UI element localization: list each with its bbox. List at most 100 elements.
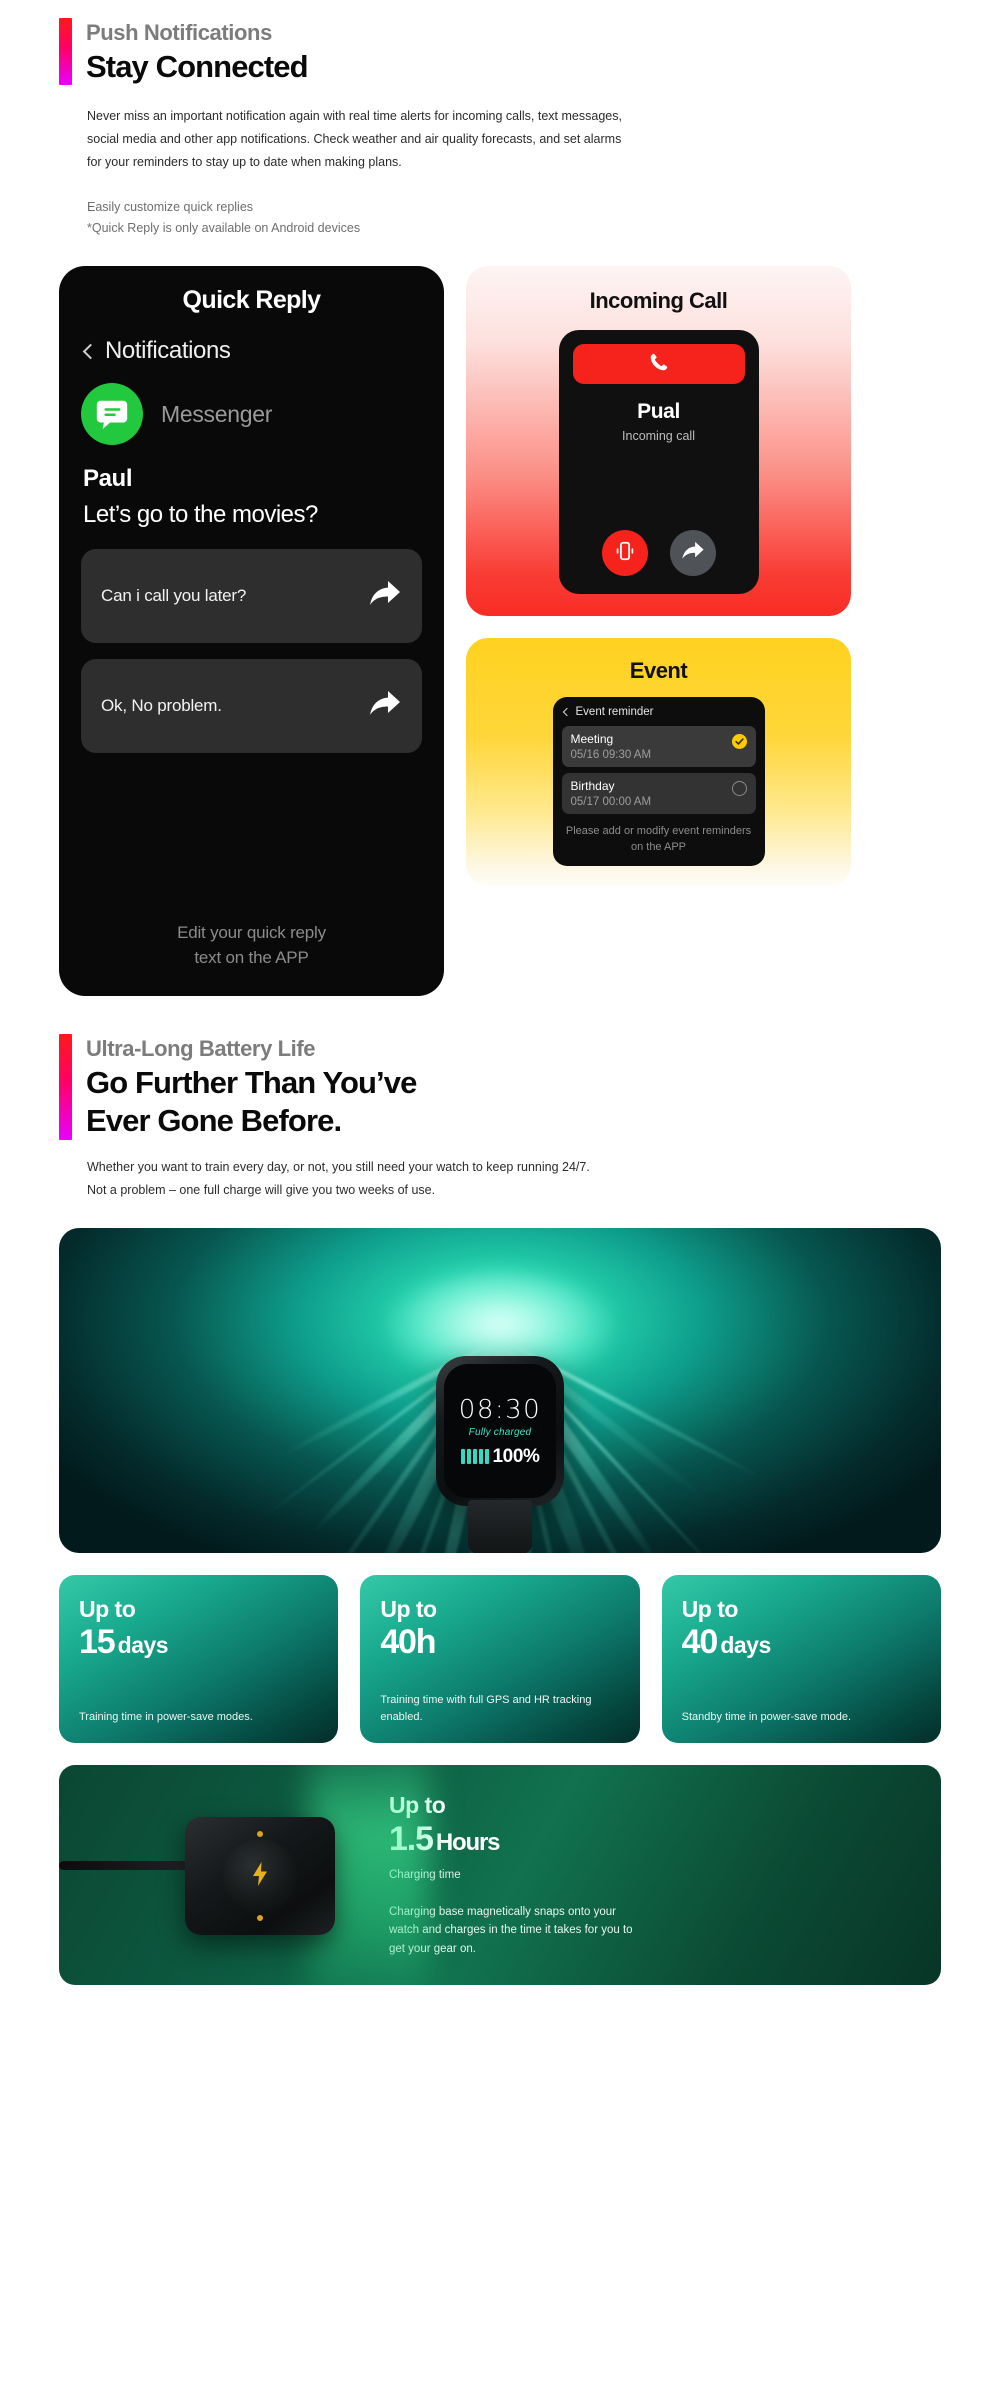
dock-pin-icon: [257, 1915, 263, 1921]
vibrate-icon: [615, 540, 635, 567]
quick-reply-card: Quick Reply Notifications Messenger Paul…: [59, 266, 444, 996]
push-sub-line-1: Easily customize quick replies: [87, 197, 1000, 219]
charging-value: 1.5 Hours: [389, 1820, 913, 1859]
stat-upto-label: Up to: [79, 1597, 318, 1621]
stat-unit: days: [118, 1632, 168, 1658]
messenger-row: Messenger: [81, 383, 422, 445]
accent-bar-push: [59, 18, 72, 85]
event-item-time: 05/16 09:30 AM: [571, 749, 652, 761]
accept-call-button[interactable]: [573, 344, 745, 384]
charging-unit: Hours: [436, 1829, 499, 1856]
stat-upto-label: Up to: [682, 1597, 921, 1621]
stat-number: 40: [682, 1623, 717, 1661]
reply-arrow-icon[interactable]: [368, 579, 402, 614]
event-item-time: 05/17 00:00 AM: [571, 796, 652, 808]
vibrate-button[interactable]: [602, 530, 648, 576]
reply-call-button[interactable]: [670, 530, 716, 576]
incoming-call-card: Incoming Call Pual Incoming call: [466, 266, 851, 616]
event-card: Event Event reminder Meeting 05/16 09:30…: [466, 638, 851, 886]
push-eyebrow: Push Notifications: [86, 20, 308, 46]
quick-reply-nav[interactable]: Notifications: [81, 337, 422, 365]
message-text: Let’s go to the movies?: [83, 501, 422, 529]
watch-battery-percent: 100%: [493, 1446, 540, 1468]
battery-eyebrow: Ultra-Long Battery Life: [86, 1036, 416, 1062]
stat-card: Up to 40h Training time with full GPS an…: [360, 1575, 639, 1743]
stat-unit: days: [720, 1632, 770, 1658]
quick-reply-option-1[interactable]: Can i call you later?: [81, 549, 422, 643]
caller-name: Pual: [637, 400, 680, 424]
quick-reply-nav-label: Notifications: [105, 337, 231, 365]
battery-bars-icon: [461, 1449, 489, 1464]
battery-bar: [467, 1449, 471, 1464]
event-title: Event: [630, 658, 687, 684]
check-icon: [732, 734, 747, 749]
push-notifications-header: Push Notifications Stay Connected: [0, 0, 1000, 85]
stat-value: 40 days: [682, 1623, 921, 1662]
stat-upto-label: Up to: [380, 1597, 619, 1621]
battery-bar: [461, 1449, 465, 1464]
battery-header: Ultra-Long Battery Life Go Further Than …: [0, 996, 1000, 1140]
battery-bar: [479, 1449, 483, 1464]
chevron-left-icon: [562, 708, 570, 716]
battery-body-copy: Whether you want to train every day, or …: [87, 1156, 707, 1202]
battery-headline-line-2: Ever Gone Before.: [86, 1102, 416, 1140]
dock-magnet-circle: [223, 1839, 297, 1913]
quick-reply-option-1-text: Can i call you later?: [101, 586, 246, 606]
battery-headline: Go Further Than You’ve Ever Gone Before.: [86, 1064, 416, 1140]
watch-charge-status: Fully charged: [469, 1427, 532, 1438]
charging-cable: [59, 1861, 191, 1870]
stat-number: 40h: [380, 1623, 435, 1661]
stat-value: 40h: [380, 1623, 619, 1662]
battery-body-line-1: Whether you want to train every day, or …: [87, 1156, 707, 1179]
reply-arrow-icon[interactable]: [368, 689, 402, 724]
stat-number: 15: [79, 1623, 114, 1661]
quick-reply-option-2[interactable]: Ok, No problem.: [81, 659, 422, 753]
event-footer: Please add or modify event reminders on …: [562, 824, 756, 855]
quick-reply-title: Quick Reply: [81, 286, 422, 315]
event-item-name: Birthday: [571, 779, 652, 793]
reply-arrow-icon: [681, 540, 705, 567]
watch-strap: [468, 1500, 532, 1553]
push-body-copy: Never miss an important notification aga…: [87, 105, 627, 174]
messenger-icon: [81, 383, 143, 445]
push-headline: Stay Connected: [86, 48, 308, 85]
charging-label: Charging time: [389, 1869, 913, 1881]
quick-reply-option-2-text: Ok, No problem.: [101, 696, 222, 716]
push-sub-line-2: *Quick Reply is only available on Androi…: [87, 218, 1000, 240]
quick-reply-footer-line-1: Edit your quick reply: [81, 921, 422, 946]
hero-watch: 08:30 Fully charged 100%: [436, 1356, 564, 1506]
incoming-call-watch: Pual Incoming call: [559, 330, 759, 594]
stat-description: Training time with full GPS and HR track…: [380, 1692, 619, 1725]
battery-headline-line-1: Go Further Than You’ve: [86, 1064, 416, 1102]
watch-time: 08:30: [459, 1395, 541, 1425]
event-list-item[interactable]: Meeting 05/16 09:30 AM: [562, 726, 756, 767]
stat-description: Training time in power-save modes.: [79, 1709, 318, 1726]
event-list-item[interactable]: Birthday 05/17 00:00 AM: [562, 773, 756, 814]
chevron-left-icon: [83, 343, 99, 359]
hero-watch-screen: 08:30 Fully charged 100%: [444, 1364, 556, 1498]
dock-pin-icon: [257, 1831, 263, 1837]
product-page: Push Notifications Stay Connected Never …: [0, 0, 1000, 2025]
call-status: Incoming call: [622, 429, 695, 443]
lightning-bolt-icon: [251, 1861, 269, 1892]
stat-description: Standby time in power-save mode.: [682, 1709, 921, 1726]
battery-bar: [485, 1449, 489, 1464]
battery-bar: [473, 1449, 477, 1464]
event-nav[interactable]: Event reminder: [562, 706, 756, 718]
quick-reply-footer-line-2: text on the APP: [81, 946, 422, 971]
stat-card: Up to 40 days Standby time in power-save…: [662, 1575, 941, 1743]
stat-value: 15 days: [79, 1623, 318, 1662]
message-sender: Paul: [83, 465, 422, 493]
messenger-app-name: Messenger: [161, 401, 272, 428]
charging-text-block: Up to 1.5 Hours Charging time Charging b…: [389, 1792, 941, 1958]
event-nav-label: Event reminder: [576, 706, 654, 718]
event-item-name: Meeting: [571, 732, 652, 746]
notification-cards-row: Quick Reply Notifications Messenger Paul…: [0, 266, 1000, 996]
event-watch: Event reminder Meeting 05/16 09:30 AM Bi…: [553, 697, 765, 866]
unchecked-circle-icon: [732, 781, 747, 796]
quick-reply-footer: Edit your quick reply text on the APP: [81, 921, 422, 970]
watch-battery-indicator: 100%: [461, 1446, 540, 1468]
charging-dock-image: [59, 1765, 389, 1985]
accent-bar-battery: [59, 1034, 72, 1140]
push-sub-copy: Easily customize quick replies *Quick Re…: [87, 197, 1000, 241]
